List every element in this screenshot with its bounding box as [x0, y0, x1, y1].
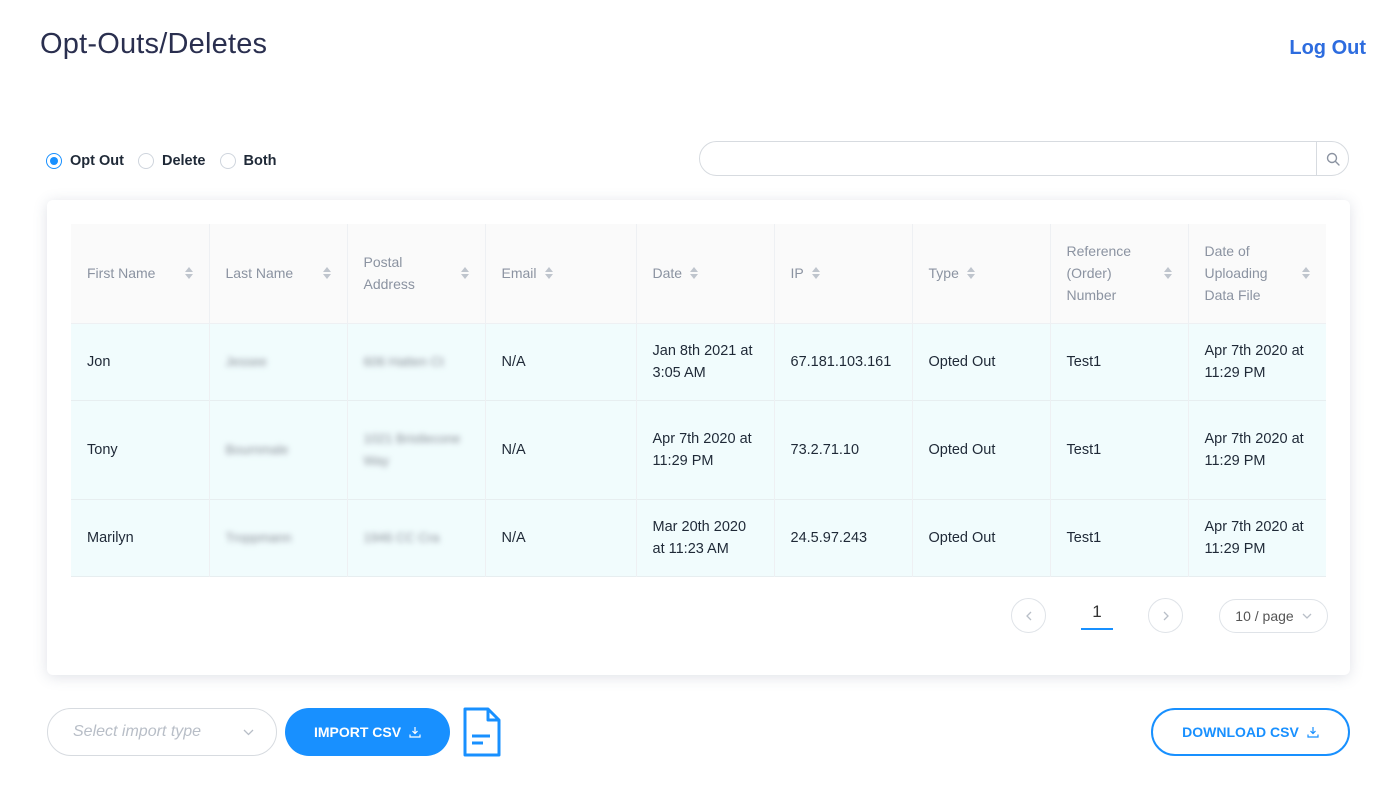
column-header-label: First Name	[87, 265, 156, 282]
sort-icon[interactable]	[184, 267, 193, 280]
radio-both[interactable]: Both	[219, 153, 277, 169]
sort-icon[interactable]	[966, 267, 975, 280]
import-type-select[interactable]: Select import type	[47, 708, 277, 756]
search-input[interactable]	[700, 142, 1316, 175]
radio-opt-out[interactable]: Opt Out	[46, 153, 124, 169]
chevron-down-icon	[243, 729, 254, 735]
sort-icon[interactable]	[544, 267, 553, 280]
cell-type: Opted Out	[912, 323, 1051, 400]
column-header-label: Email	[501, 265, 537, 282]
column-header-label: Date	[652, 265, 683, 282]
table-card: First Name Last Name Postal Address Emai…	[47, 200, 1350, 675]
sort-icon[interactable]	[322, 267, 331, 280]
cell-last-name: Jessee	[209, 323, 348, 400]
pagination: 1 10 / page	[1011, 598, 1328, 633]
table-header-row: First Name Last Name Postal Address Emai…	[71, 224, 1326, 323]
column-header-email[interactable]: Email	[485, 224, 637, 323]
page-number-current[interactable]: 1	[1081, 602, 1113, 630]
column-header-date[interactable]: Date	[636, 224, 775, 323]
radio-opt-out-label: Opt Out	[70, 153, 124, 169]
cell-email: N/A	[485, 499, 637, 576]
column-header-label: Reference (Order) Number	[1066, 243, 1132, 304]
column-header-label: Type	[928, 265, 959, 282]
column-header-reference[interactable]: Reference (Order) Number	[1050, 224, 1189, 323]
radio-delete[interactable]: Delete	[137, 153, 206, 169]
sort-icon[interactable]	[690, 267, 699, 280]
download-csv-button[interactable]: DOWNLOAD CSV	[1151, 708, 1350, 756]
cell-email: N/A	[485, 400, 637, 499]
search-button[interactable]	[1316, 142, 1348, 175]
column-header-label: IP	[790, 265, 804, 282]
cell-email: N/A	[485, 323, 637, 400]
import-csv-button[interactable]: IMPORT CSV	[285, 708, 450, 756]
cell-postal-address: 1021 Bristlecone Way	[347, 400, 486, 499]
file-document-icon[interactable]	[463, 707, 501, 762]
chevron-right-icon	[1163, 611, 1169, 620]
cell-ip: 73.2.71.10	[774, 400, 913, 499]
column-header-upload-date[interactable]: Date of Uploading Data File	[1188, 224, 1326, 323]
cell-upload-date: Apr 7th 2020 at 11:29 PM	[1204, 430, 1304, 469]
cell-reference: Test1	[1050, 323, 1189, 400]
cell-type: Opted Out	[912, 499, 1051, 576]
column-header-label: Last Name	[225, 265, 294, 282]
search-box	[699, 141, 1349, 176]
download-icon	[1307, 727, 1319, 738]
sort-icon[interactable]	[460, 267, 469, 280]
radio-delete-circle[interactable]	[137, 153, 154, 169]
import-csv-label: IMPORT CSV	[313, 724, 402, 740]
table-row[interactable]: Tony Bournmale 1021 Bristlecone Way N/A …	[71, 400, 1326, 499]
column-header-postal-address[interactable]: Postal Address	[347, 224, 486, 323]
column-header-label: Date of Uploading Data File	[1204, 243, 1268, 304]
search-icon	[1326, 152, 1340, 166]
column-header-last-name[interactable]: Last Name	[209, 224, 348, 323]
cell-last-name: Troppmann	[209, 499, 348, 576]
cell-first-name: Jon	[71, 323, 210, 400]
opt-outs-table: First Name Last Name Postal Address Emai…	[71, 224, 1326, 577]
cell-first-name: Marilyn	[71, 499, 210, 576]
cell-ip: 24.5.97.243	[774, 499, 913, 576]
table-row[interactable]: Marilyn Troppmann 1946 CC Cra N/A Mar 20…	[71, 499, 1326, 576]
cell-upload-date: Apr 7th 2020 at 11:29 PM	[1204, 518, 1304, 557]
sort-icon[interactable]	[811, 267, 820, 280]
radio-both-circle[interactable]	[219, 153, 236, 169]
cell-upload-date: Apr 7th 2020 at 11:29 PM	[1204, 342, 1304, 381]
column-header-first-name[interactable]: First Name	[71, 224, 210, 323]
column-header-label: Postal Address	[363, 254, 415, 293]
chevron-left-icon	[1025, 611, 1031, 620]
logout-link[interactable]: Log Out	[1289, 37, 1366, 60]
import-type-placeholder: Select import type	[73, 723, 202, 740]
chevron-down-icon	[1302, 613, 1312, 619]
cell-postal-address: 1946 CC Cra	[347, 499, 486, 576]
cell-date: Mar 20th 2020 at 11:23 AM	[636, 499, 775, 576]
cell-date: Apr 7th 2020 at 11:29 PM	[636, 400, 775, 499]
cell-type: Opted Out	[912, 400, 1051, 499]
cell-date: Jan 8th 2021 at 3:05 AM	[636, 323, 775, 400]
cell-reference: Test1	[1050, 400, 1189, 499]
cell-first-name: Tony	[71, 400, 210, 499]
radio-both-label: Both	[243, 153, 277, 169]
radio-delete-label: Delete	[161, 153, 206, 169]
next-page-button[interactable]	[1148, 598, 1183, 633]
cell-last-name: Bournmale	[209, 400, 348, 499]
prev-page-button[interactable]	[1011, 598, 1046, 633]
column-header-type[interactable]: Type	[912, 224, 1051, 323]
type-filter-radio-group: Opt Out Delete Both	[46, 153, 277, 169]
page-title: Opt-Outs/Deletes	[40, 28, 268, 60]
cell-postal-address: 606 Hatten Ct	[347, 323, 486, 400]
page-size-select[interactable]: 10 / page	[1219, 598, 1328, 633]
cell-ip: 67.181.103.161	[774, 323, 913, 400]
page-size-label: 10 / page	[1235, 607, 1294, 624]
radio-opt-out-circle[interactable]	[46, 153, 62, 169]
download-icon	[409, 727, 421, 738]
column-header-ip[interactable]: IP	[774, 224, 913, 323]
download-csv-label: DOWNLOAD CSV	[1182, 724, 1299, 740]
sort-icon[interactable]	[1163, 267, 1172, 280]
cell-reference: Test1	[1050, 499, 1189, 576]
table-row[interactable]: Jon Jessee 606 Hatten Ct N/A Jan 8th 202…	[71, 323, 1326, 400]
sort-icon[interactable]	[1302, 267, 1310, 280]
